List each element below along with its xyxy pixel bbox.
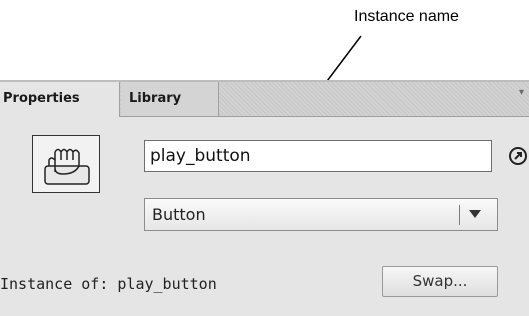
swap-button[interactable]: Swap... [382, 266, 498, 297]
symbol-type-preview [32, 135, 100, 193]
panel-menu-icon[interactable]: ▾ [519, 88, 529, 98]
select-divider [459, 205, 460, 225]
instance-name-input[interactable] [144, 140, 492, 172]
instance-of-text: Instance of: play_button [0, 275, 217, 293]
tab-library[interactable]: Library [121, 82, 219, 116]
chevron-down-icon[interactable] [469, 210, 481, 218]
edit-arrow-icon[interactable] [508, 146, 528, 166]
symbol-type-select[interactable]: Button [144, 198, 498, 231]
button-hand-icon [44, 148, 90, 185]
symbol-type-value: Button [152, 205, 206, 224]
properties-panel: Properties Library ▾ Button Instance of:… [0, 80, 529, 316]
panel-tab-bar: Properties Library ▾ [0, 82, 529, 117]
tab-properties[interactable]: Properties [0, 82, 120, 117]
